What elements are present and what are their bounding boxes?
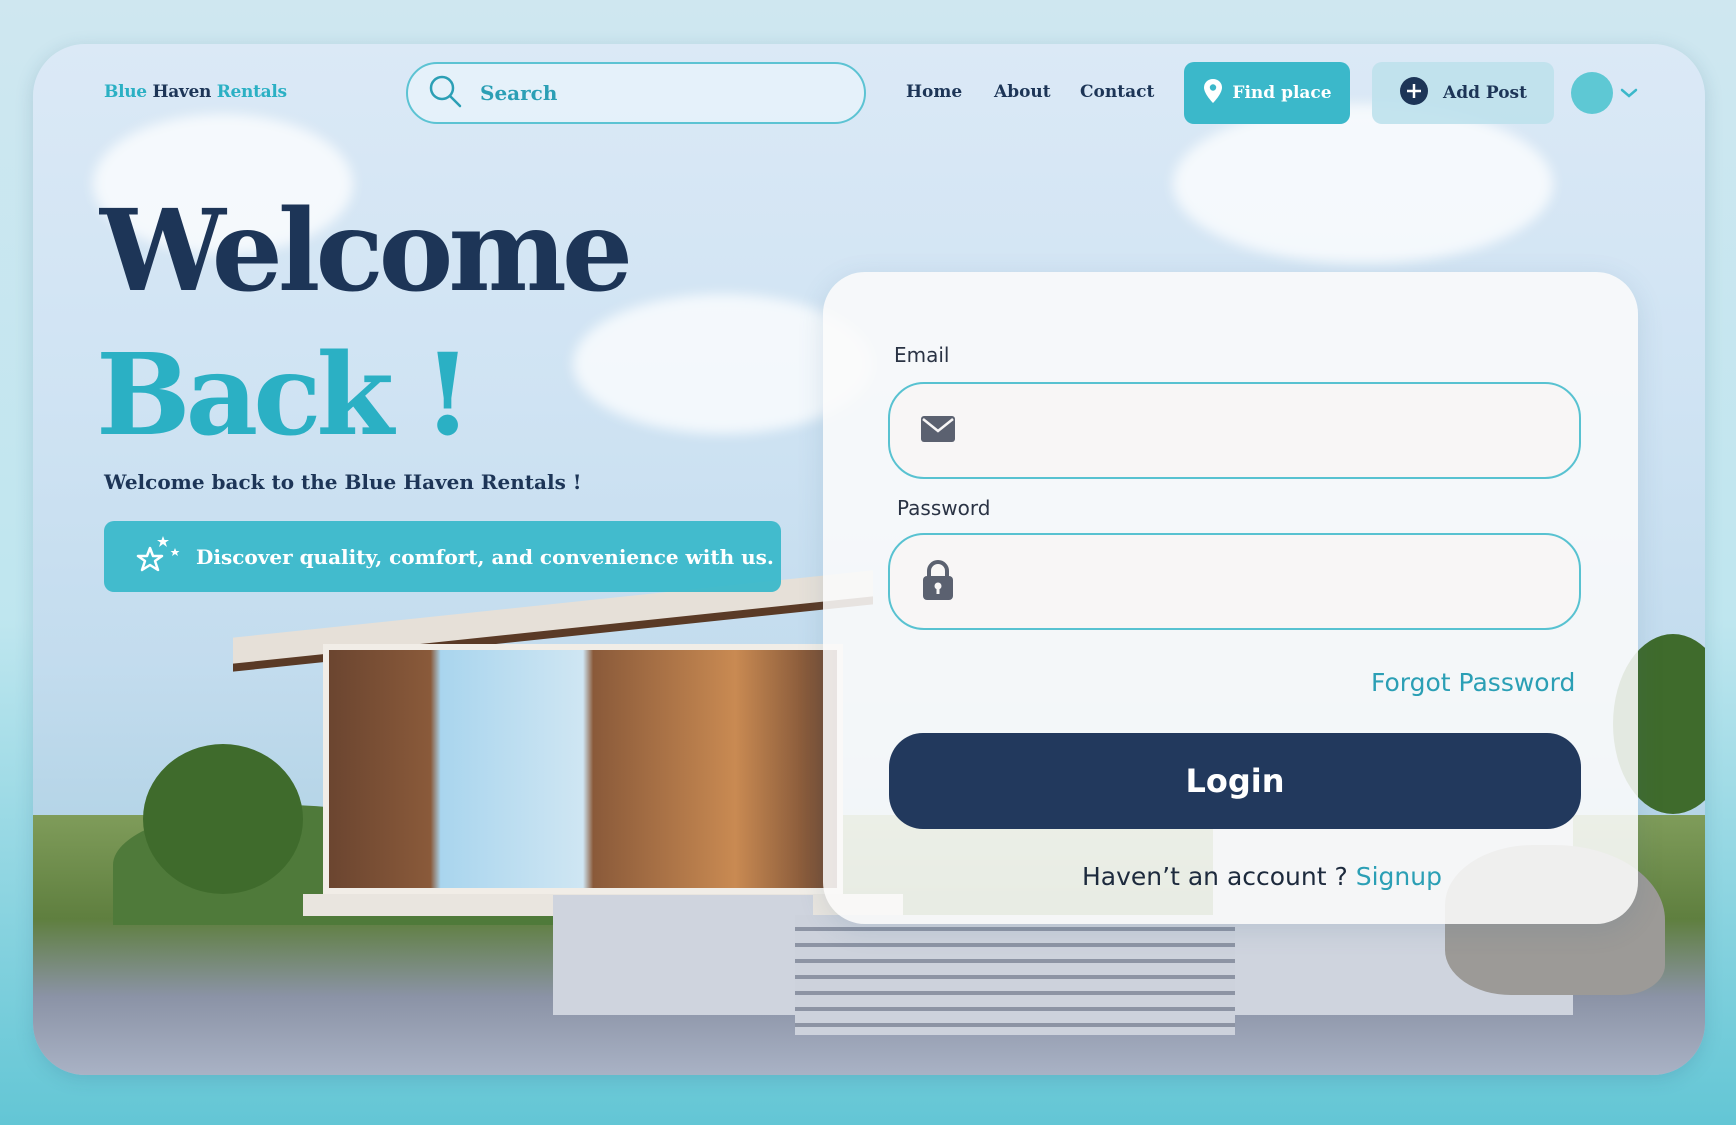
find-place-label: Find place bbox=[1232, 83, 1332, 103]
search-placeholder[interactable]: Search bbox=[480, 81, 557, 105]
password-field[interactable] bbox=[888, 533, 1581, 630]
plus-circle-icon bbox=[1399, 76, 1429, 111]
brand-word-blue: Blue bbox=[104, 82, 147, 102]
search-icon bbox=[428, 74, 462, 112]
find-place-button[interactable]: Find place bbox=[1184, 62, 1350, 124]
nav-about[interactable]: About bbox=[994, 82, 1051, 102]
add-post-button[interactable]: Add Post bbox=[1372, 62, 1554, 124]
hero-subtitle: Welcome back to the Blue Haven Rentals ! bbox=[104, 470, 582, 494]
email-label: Email bbox=[894, 343, 950, 367]
promo-banner: Discover quality, comfort, and convenien… bbox=[104, 521, 781, 592]
lock-icon bbox=[920, 559, 956, 605]
avatar[interactable] bbox=[1571, 72, 1613, 114]
house-body bbox=[323, 644, 843, 894]
brand-word-haven: Haven bbox=[152, 82, 212, 102]
signup-prompt: Haven’t an account ? Signup bbox=[1082, 862, 1442, 891]
banner-text: Discover quality, comfort, and convenien… bbox=[196, 544, 774, 569]
hero-title-welcome: Welcome bbox=[100, 186, 633, 317]
brand-logo[interactable]: Blue Haven Rentals bbox=[104, 82, 287, 102]
sparkle-stars-icon bbox=[136, 534, 196, 579]
signup-link[interactable]: Signup bbox=[1356, 862, 1442, 891]
email-input[interactable] bbox=[972, 417, 1579, 444]
nav-contact[interactable]: Contact bbox=[1080, 82, 1154, 102]
search-bar[interactable]: Search bbox=[406, 62, 866, 124]
envelope-icon bbox=[920, 415, 956, 447]
cloud bbox=[1173, 104, 1553, 264]
stairs bbox=[795, 915, 1235, 1035]
email-field[interactable] bbox=[888, 382, 1581, 479]
login-button[interactable]: Login bbox=[889, 733, 1581, 829]
nav-home[interactable]: Home bbox=[906, 82, 962, 102]
password-input[interactable] bbox=[972, 568, 1579, 595]
wall-block bbox=[553, 895, 813, 1015]
tree bbox=[143, 744, 303, 894]
brand-word-rentals: Rentals bbox=[216, 82, 287, 102]
map-pin-icon bbox=[1202, 78, 1224, 109]
no-account-text: Haven’t an account ? bbox=[1082, 862, 1348, 891]
forgot-password-link[interactable]: Forgot Password bbox=[1371, 668, 1575, 697]
chevron-down-icon[interactable] bbox=[1620, 84, 1638, 103]
add-post-label: Add Post bbox=[1443, 83, 1527, 103]
hero-title-back: Back ! bbox=[96, 330, 472, 461]
password-label: Password bbox=[897, 496, 991, 520]
